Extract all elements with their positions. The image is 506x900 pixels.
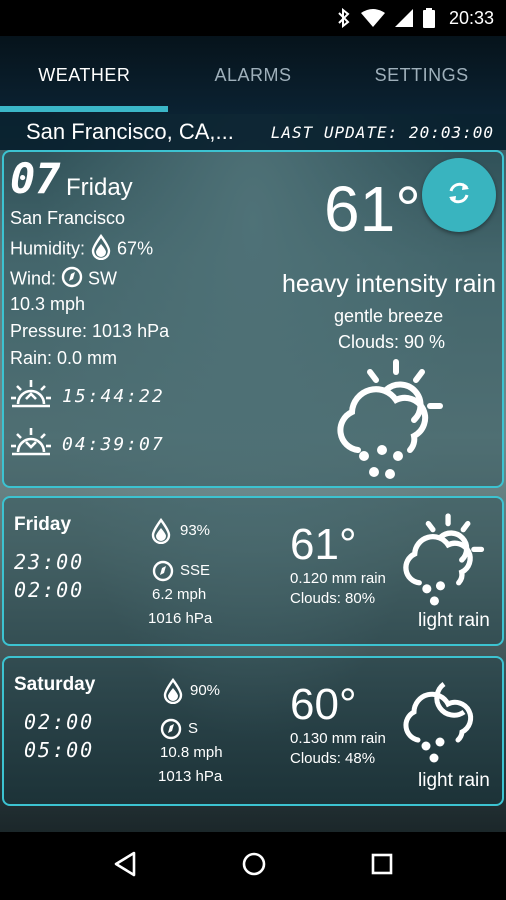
sun-cloud-rain-icon bbox=[330, 358, 446, 487]
forecast-pressure: 1013 hPa bbox=[158, 768, 223, 785]
humidity-label: Humidity: bbox=[10, 238, 86, 259]
rain: Rain: 0.0 mm bbox=[10, 348, 118, 368]
forecast-time-from: 23:00 bbox=[14, 550, 85, 574]
forecast-temperature: 61° bbox=[290, 520, 357, 569]
drop-icon bbox=[162, 677, 184, 709]
home-icon[interactable] bbox=[241, 851, 267, 882]
forecast-condition: light rain bbox=[418, 770, 490, 791]
tab-weather[interactable]: WEATHER bbox=[0, 36, 169, 114]
forecast-pressure: 1016 hPa bbox=[148, 610, 213, 627]
sunset-row: 04:39:07 bbox=[10, 426, 165, 463]
bluetooth-icon bbox=[337, 8, 351, 28]
forecast-temperature: 60° bbox=[290, 680, 357, 729]
moon-cloud-rain-icon bbox=[400, 674, 480, 769]
wind-direction: SW bbox=[88, 268, 118, 289]
sunrise-row: 15:44:22 bbox=[10, 378, 165, 415]
forecast-condition: light rain bbox=[418, 610, 490, 631]
forecast-clouds: Clouds: 48% bbox=[290, 750, 376, 767]
forecast-wind-direction: S bbox=[188, 720, 199, 737]
forecast-wind-speed: 10.8 mph bbox=[160, 744, 223, 761]
current-day: Friday bbox=[66, 174, 133, 201]
forecast-wind-speed: 6.2 mph bbox=[152, 586, 207, 603]
signal-icon bbox=[394, 9, 413, 27]
refresh-icon bbox=[445, 179, 473, 212]
current-date: 07 bbox=[10, 154, 61, 203]
drop-icon bbox=[90, 233, 112, 265]
compass-icon bbox=[61, 266, 83, 293]
sunrise-icon bbox=[10, 378, 52, 415]
forecast-clouds: Clouds: 80% bbox=[290, 590, 376, 607]
forecast-humidity: 93% bbox=[180, 522, 211, 539]
sun-cloud-rain-icon bbox=[398, 512, 486, 613]
battery-icon bbox=[422, 8, 435, 28]
wind-speed: 10.3 mph bbox=[10, 294, 86, 314]
sunset-icon bbox=[10, 426, 52, 463]
sunrise-time: 15:44:22 bbox=[62, 386, 165, 407]
status-bar: 20:33 bbox=[0, 0, 506, 36]
forecast-time-to: 05:00 bbox=[24, 738, 95, 762]
forecast-day: Saturday bbox=[14, 674, 96, 695]
forecast-card[interactable]: Saturday 02:00 05:00 90% S 10.8 mph 1013… bbox=[2, 656, 504, 806]
app-bar: WEATHER ALARMS SETTINGS bbox=[0, 36, 506, 114]
current-breeze: gentle breeze bbox=[334, 306, 444, 326]
current-place: San Francisco bbox=[10, 208, 126, 228]
last-update: LAST UPDATE: 20:03:00 bbox=[270, 122, 494, 142]
current-weather-card: 07 Friday San Francisco Humidity: 67% Wi… bbox=[2, 150, 504, 488]
forecast-rain: 0.130 mm rain bbox=[290, 730, 386, 747]
forecast-wind-direction: SSE bbox=[180, 562, 211, 579]
drop-icon bbox=[150, 517, 172, 549]
sunset-time: 04:39:07 bbox=[62, 434, 165, 455]
compass-icon bbox=[152, 560, 174, 587]
tab-settings[interactable]: SETTINGS bbox=[337, 36, 506, 114]
back-icon[interactable] bbox=[112, 850, 138, 883]
pressure: Pressure: 1013 hPa bbox=[10, 321, 170, 341]
refresh-button[interactable] bbox=[422, 158, 496, 232]
current-clouds: Clouds: 90 % bbox=[338, 332, 446, 352]
forecast-time-from: 02:00 bbox=[24, 710, 95, 734]
current-temperature: 61° bbox=[324, 173, 421, 245]
forecast-card[interactable]: Friday 23:00 02:00 93% SSE 6.2 mph 1016 … bbox=[2, 496, 504, 646]
forecast-day: Friday bbox=[14, 514, 72, 535]
humidity-value: 67% bbox=[117, 238, 154, 259]
tab-indicator bbox=[0, 106, 168, 112]
location-bar: San Francisco, CA,... LAST UPDATE: 20:03… bbox=[0, 114, 506, 150]
current-condition: heavy intensity rain bbox=[281, 270, 496, 298]
wind-label: Wind: bbox=[10, 268, 57, 289]
humidity-row: Humidity: 67% bbox=[10, 233, 154, 265]
location-name[interactable]: San Francisco, CA,... bbox=[26, 119, 234, 145]
forecast-time-to: 02:00 bbox=[14, 578, 85, 602]
navigation-bar bbox=[0, 832, 506, 900]
recents-icon[interactable] bbox=[370, 852, 394, 881]
forecast-humidity: 90% bbox=[190, 682, 221, 699]
forecast-rain: 0.120 mm rain bbox=[290, 570, 386, 587]
status-clock: 20:33 bbox=[448, 7, 494, 28]
compass-icon bbox=[160, 718, 182, 745]
wifi-icon bbox=[360, 9, 385, 27]
wind-row: Wind: SW bbox=[10, 266, 117, 293]
tab-alarms[interactable]: ALARMS bbox=[169, 36, 338, 114]
